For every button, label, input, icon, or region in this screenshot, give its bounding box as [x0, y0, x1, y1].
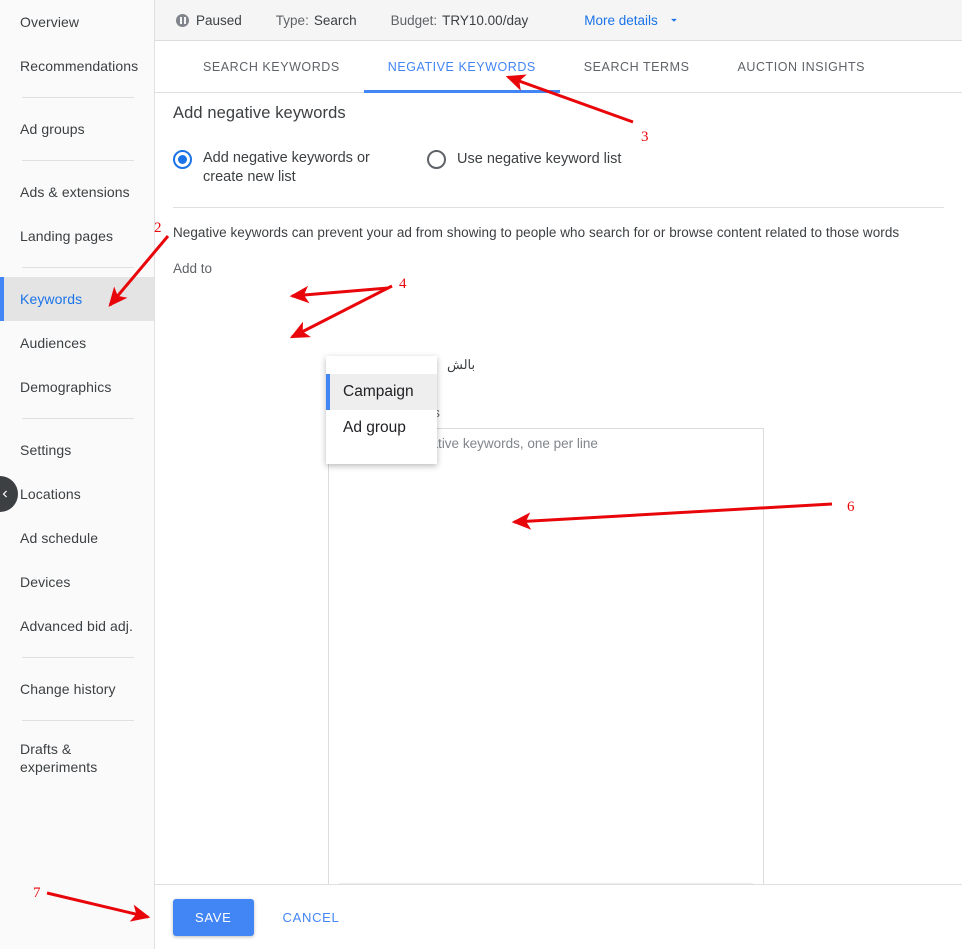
sidebar-item-label: Recommendations [20, 58, 139, 74]
sidebar-divider [22, 97, 134, 98]
sidebar-item-advanced-bid-adj[interactable]: Advanced bid adj. [0, 604, 154, 648]
sidebar-item-label: Ads & extensions [20, 184, 130, 200]
status-text: Paused [196, 12, 242, 28]
more-details-button[interactable]: More details [584, 13, 681, 28]
tab-label: NEGATIVE KEYWORDS [387, 59, 536, 74]
annotation-number-6: 6 [847, 499, 855, 515]
tab-bar: SEARCH KEYWORDS NEGATIVE KEYWORDS SEARCH… [155, 41, 962, 93]
tab-negative-keywords[interactable]: NEGATIVE KEYWORDS [363, 41, 560, 93]
sidebar-item-label: Advanced bid adj. [20, 618, 134, 634]
sidebar-divider [22, 267, 134, 268]
pause-icon [176, 13, 189, 27]
campaign-status-header: Paused Type: Search Budget: TRY10.00/day… [155, 0, 962, 41]
annotation-number-2: 2 [154, 220, 162, 236]
dropdown-option-campaign[interactable]: Campaign [326, 374, 437, 410]
mode-radio-group: Add negative keywords or create new list… [173, 149, 944, 208]
app-root: Overview Recommendations Ad groups Ads &… [0, 0, 962, 949]
dropdown-option-label: Ad group [343, 419, 406, 436]
chevron-down-icon [667, 13, 681, 27]
sidebar-item-settings[interactable]: Settings [0, 428, 154, 472]
form-action-bar: SAVE CANCEL [155, 884, 962, 949]
radio-use-negative-keyword-list[interactable]: Use negative keyword list [427, 149, 621, 169]
tab-search-keywords[interactable]: SEARCH KEYWORDS [179, 41, 364, 92]
sidebar: Overview Recommendations Ad groups Ads &… [0, 0, 155, 949]
sidebar-item-label: Ad groups [20, 121, 85, 137]
sidebar-item-landing-pages[interactable]: Landing pages [0, 214, 154, 258]
add-to-label: Add to [173, 261, 213, 276]
radio-add-negative-keywords[interactable]: Add negative keywords or create new list [173, 149, 383, 187]
radio-button-icon[interactable] [427, 150, 446, 169]
sidebar-item-ad-schedule[interactable]: Ad schedule [0, 516, 154, 560]
campaign-type-label: Type: [275, 12, 309, 28]
sidebar-item-label: Overview [20, 14, 80, 30]
form-description: Negative keywords can prevent your ad fr… [173, 225, 900, 240]
sidebar-item-change-history[interactable]: Change history [0, 667, 154, 711]
sidebar-item-devices[interactable]: Devices [0, 560, 154, 604]
tab-search-terms[interactable]: SEARCH TERMS [560, 41, 714, 92]
sidebar-item-label: Keywords [20, 291, 83, 307]
annotation-number-4: 4 [399, 276, 407, 292]
sidebar-item-drafts-experiments[interactable]: Drafts & experiments [0, 730, 154, 786]
annotation-number-7: 7 [33, 885, 41, 901]
sidebar-item-label: Settings [20, 442, 72, 458]
sidebar-item-ads-extensions[interactable]: Ads & extensions [0, 170, 154, 214]
save-button[interactable]: SAVE [173, 898, 254, 936]
sidebar-item-label: Demographics [20, 379, 112, 395]
radio-label: Use negative keyword list [457, 150, 622, 167]
campaign-budget-value: TRY10.00/day [442, 12, 529, 28]
dropdown-option-label: Campaign [343, 383, 414, 400]
sidebar-item-label: Drafts & experiments [20, 741, 98, 775]
negative-keywords-panel: Add negative keywords Add negative keywo… [155, 93, 962, 949]
sidebar-item-demographics[interactable]: Demographics [0, 365, 154, 409]
sidebar-item-label: Locations [20, 486, 81, 502]
sidebar-item-label: Audiences [20, 335, 87, 351]
add-to-dropdown-menu[interactable]: Campaign Ad group [326, 356, 437, 464]
sidebar-item-label: Landing pages [20, 228, 114, 244]
radio-button-selected-icon[interactable] [173, 150, 192, 169]
dropdown-option-ad-group[interactable]: Ad group [326, 410, 437, 446]
page-title: Add negative keywords [173, 104, 346, 122]
campaign-budget: Budget: TRY10.00/day [391, 13, 529, 28]
tab-label: SEARCH TERMS [583, 59, 690, 74]
campaign-budget-label: Budget: [390, 12, 438, 28]
sidebar-divider [22, 160, 134, 161]
more-details-label: More details [584, 12, 658, 28]
radio-label: Add negative keywords or create new list [203, 150, 370, 185]
annotation-number-3: 3 [641, 129, 649, 145]
keyword-textarea[interactable]: Enter your negative keywords, one per li… [328, 428, 764, 912]
sidebar-item-ad-groups[interactable]: Ad groups [0, 107, 154, 151]
sidebar-item-label: Devices [20, 574, 71, 590]
sidebar-item-locations[interactable]: Locations [0, 472, 154, 516]
sidebar-divider [22, 720, 134, 721]
sidebar-item-audiences[interactable]: Audiences [0, 321, 154, 365]
sidebar-item-overview[interactable]: Overview [0, 0, 154, 44]
tab-label: SEARCH KEYWORDS [203, 59, 340, 74]
sidebar-item-label: Change history [20, 681, 116, 697]
tab-label: AUCTION INSIGHTS [737, 59, 866, 74]
campaign-type: Type: Search [276, 13, 357, 28]
sidebar-item-recommendations[interactable]: Recommendations [0, 44, 154, 88]
tab-auction-insights[interactable]: AUCTION INSIGHTS [713, 41, 889, 92]
sidebar-item-keywords[interactable]: Keywords [0, 277, 154, 321]
campaign-type-value: Search [313, 12, 357, 28]
status-badge: Paused [176, 13, 242, 28]
cancel-button[interactable]: CANCEL [277, 909, 346, 926]
selected-campaign-name: بالش [447, 357, 476, 372]
sidebar-item-label: Ad schedule [20, 530, 99, 546]
sidebar-divider [22, 418, 134, 419]
sidebar-divider [22, 657, 134, 658]
